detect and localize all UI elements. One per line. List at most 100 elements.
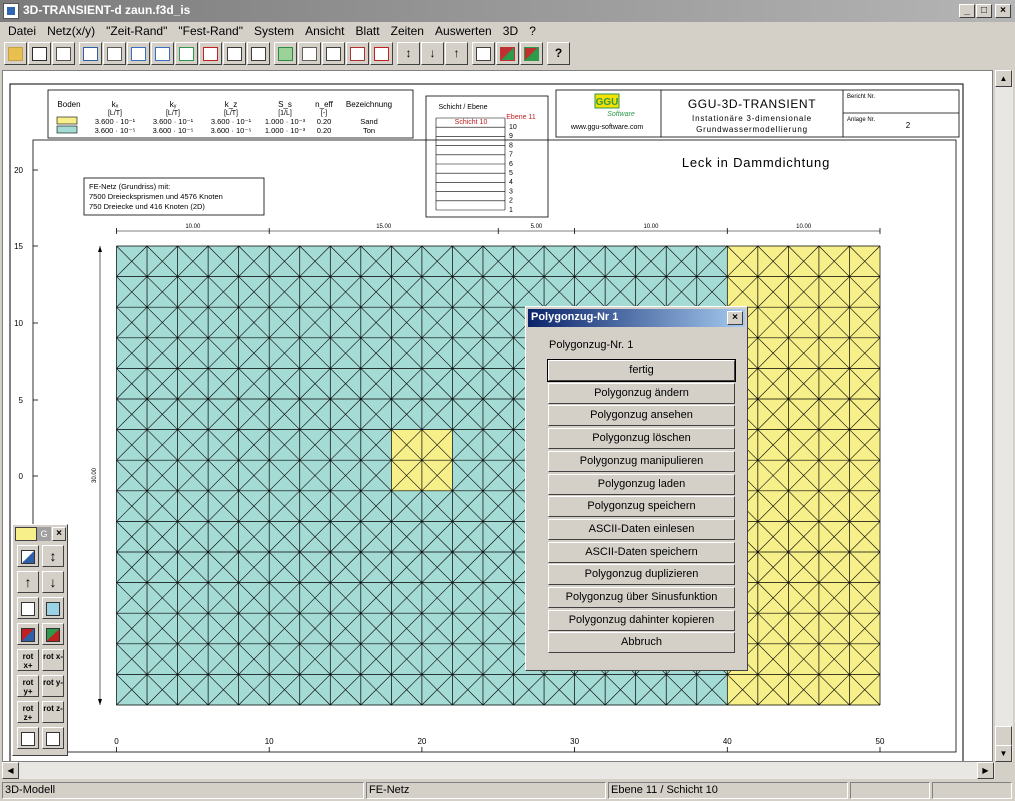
vertical-scrollbar[interactable]: ▲ ▼: [995, 70, 1013, 762]
scroll-right-icon[interactable]: ▶: [977, 762, 994, 779]
scroll-up-icon[interactable]: ▲: [995, 70, 1012, 87]
menu-fest-rand[interactable]: "Fest-Rand": [174, 22, 247, 38]
dialog-button-polygonzug-laden[interactable]: Polygonzug laden: [548, 473, 735, 495]
dialog-button-polygonzug-löschen[interactable]: Polygonzug löschen: [548, 428, 735, 450]
filter-icon-glyph: [83, 46, 98, 61]
dialog-button-polygonzug-über-sinusfunktion[interactable]: Polygonzug über Sinusfunktion: [548, 587, 735, 608]
dialog-button-polygonzug-ändern[interactable]: Polygonzug ändern: [548, 382, 735, 404]
rot-y-plus-button[interactable]: rot y+: [17, 675, 39, 697]
legend-unit: [L/T]: [224, 110, 238, 117]
palette-scissors-icon[interactable]: [42, 597, 64, 619]
dialog-button-abbruch[interactable]: Abbruch: [548, 632, 735, 654]
arrow-down-icon[interactable]: ↓: [421, 42, 444, 65]
palette-page-icon[interactable]: [17, 727, 39, 749]
dialog-button-polygonzug-manipulieren[interactable]: Polygonzug manipulieren: [548, 450, 735, 472]
dialog-title-bar[interactable]: Polygonzug-Nr 1 ×: [528, 309, 745, 327]
grid-icon[interactable]: [274, 42, 297, 65]
fe-info-line: FE-Netz (Grundriss) mit:: [89, 182, 170, 191]
palette-color-icon[interactable]: [17, 623, 39, 645]
plane-number: 5: [509, 170, 513, 177]
help-icon[interactable]: ?: [547, 42, 570, 65]
fe-mesh[interactable]: 10.00 15.00 5.00 10.00 10.00 30.00: [92, 224, 881, 706]
palette-cube-icon-glyph: [21, 602, 35, 616]
palette-updown-icon[interactable]: ↕: [42, 545, 64, 567]
arrow-updown-icon[interactable]: ↕: [397, 42, 420, 65]
zoom-node-icon[interactable]: [175, 42, 198, 65]
menu-zeiten[interactable]: Zeiten: [387, 22, 428, 38]
dialog-label: Polygonzug-Nr. 1: [549, 339, 634, 351]
minimize-button[interactable]: _: [959, 4, 975, 18]
scroll-down-icon[interactable]: ▼: [995, 745, 1012, 762]
palette-close-button[interactable]: ×: [52, 527, 66, 541]
dialog-close-button[interactable]: ×: [727, 311, 743, 325]
save-icon[interactable]: [28, 42, 51, 65]
menu-system[interactable]: System: [250, 22, 298, 38]
dialog-button-ascii-daten-speichern[interactable]: ASCII-Daten speichern: [548, 541, 735, 563]
maximize-button[interactable]: □: [976, 4, 992, 18]
palette-up-icon[interactable]: ↑: [17, 571, 39, 593]
dialog-button-polygonzug-dahinter-kopieren[interactable]: Polygonzug dahinter kopieren: [548, 609, 735, 631]
palette-zoom-page-icon[interactable]: [42, 727, 64, 749]
report-label: Bericht Nr.: [847, 94, 875, 100]
dialog-button-polygonzug-duplizieren[interactable]: Polygonzug duplizieren: [548, 564, 735, 586]
palette-grip[interactable]: G: [37, 527, 51, 541]
zoom-element-icon[interactable]: [199, 42, 222, 65]
house-icon[interactable]: [370, 42, 393, 65]
menu-datei[interactable]: Datei: [4, 22, 40, 38]
arrow-up-icon[interactable]: ↑: [445, 42, 468, 65]
legend-value: 3.600 · 10⁻¹: [95, 117, 136, 126]
horizontal-scrollbar[interactable]: ◀ ▶: [2, 762, 995, 779]
page-view-icon[interactable]: [103, 42, 126, 65]
palette-cube-icon[interactable]: [17, 597, 39, 619]
rot-z-plus-button[interactable]: rot z+: [17, 701, 39, 723]
app-icon: [3, 3, 19, 19]
toolbar: ↕ ↓ ↑?: [2, 41, 1013, 69]
rot-x-minus-button[interactable]: rot x-: [42, 649, 64, 671]
status-layer: Ebene 11 / Schicht 10: [608, 782, 848, 799]
color-fill-icon-glyph: [524, 46, 539, 61]
menu-ansicht[interactable]: Ansicht: [301, 22, 348, 38]
menu-auswerten[interactable]: Auswerten: [431, 22, 496, 38]
copy-icon[interactable]: [298, 42, 321, 65]
mesh-line-icon[interactable]: [472, 42, 495, 65]
zoom-icon-glyph: [131, 46, 146, 61]
drawing-area[interactable]: Boden kₓ [L/T] kᵧ [L/T] k_z [L/T] S_s [1/L] n_eff…: [2, 70, 993, 762]
menu-zeit-rand[interactable]: "Zeit-Rand": [102, 22, 171, 38]
color-fill-icon[interactable]: [520, 42, 543, 65]
polygon-icon[interactable]: [247, 42, 270, 65]
zoom-icon[interactable]: [127, 42, 150, 65]
open-folder-icon-glyph: [8, 46, 23, 61]
frame-icon[interactable]: [346, 42, 369, 65]
filter-icon[interactable]: [79, 42, 102, 65]
palette-dim-icon[interactable]: [17, 545, 39, 567]
scroll-thumb[interactable]: [995, 726, 1012, 746]
rot-y-minus-button[interactable]: rot y-: [42, 675, 64, 697]
palette-pen-icon[interactable]: [15, 527, 37, 541]
zoom-in-icon[interactable]: [151, 42, 174, 65]
scroll-left-icon[interactable]: ◀: [2, 762, 19, 779]
menu-netz[interactable]: Netz(x/y): [43, 22, 99, 38]
close-button[interactable]: ×: [995, 4, 1011, 18]
palette-color2-icon[interactable]: [42, 623, 64, 645]
dialog-button-fertig[interactable]: fertig: [547, 359, 736, 382]
dialog-button-polygonzug-ansehen[interactable]: Polygonzug ansehen: [548, 405, 735, 427]
legend-unit: [-]: [321, 110, 327, 117]
status-extra-2: [932, 782, 1012, 799]
print-icon[interactable]: [52, 42, 75, 65]
polygon-select-icon[interactable]: [223, 42, 246, 65]
palette-down-icon[interactable]: ↓: [42, 571, 64, 593]
open-folder-icon[interactable]: [4, 42, 27, 65]
logo-text: GGU: [596, 97, 619, 108]
dialog-button-ascii-daten-einlesen[interactable]: ASCII-Daten einlesen: [548, 518, 735, 540]
menu-help[interactable]: ?: [525, 22, 540, 38]
rot-x-plus-button[interactable]: rot x+: [17, 649, 39, 671]
dialog-button-polygonzug-speichern[interactable]: Polygonzug speichern: [548, 496, 735, 518]
clock-icon[interactable]: [322, 42, 345, 65]
color-layer-icon[interactable]: [496, 42, 519, 65]
menu-3d[interactable]: 3D: [499, 22, 522, 38]
window-title: 3D-TRANSIENT-d zaun.f3d_is: [23, 3, 191, 17]
status-view: 3D-Modell: [2, 782, 364, 799]
palette-color2-icon-glyph: [46, 628, 60, 642]
rot-z-minus-button[interactable]: rot z-: [42, 701, 64, 723]
menu-blatt[interactable]: Blatt: [352, 22, 384, 38]
